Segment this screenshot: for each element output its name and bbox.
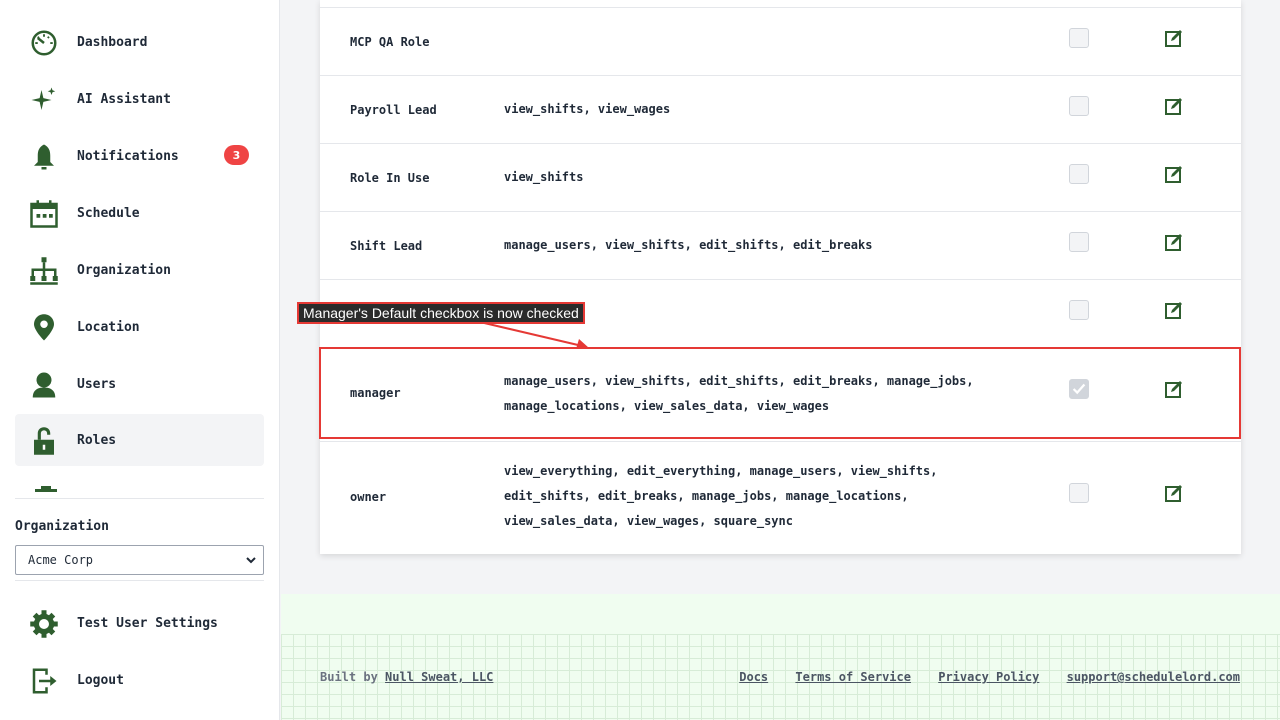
sidebar-item-logout[interactable]: Logout: [15, 654, 264, 706]
sidebar-item-users[interactable]: Users: [15, 358, 264, 410]
sidebar-item-ai-assistant[interactable]: AI Assistant: [15, 73, 264, 125]
sidebar-item-organization[interactable]: Organization: [15, 244, 264, 296]
table-row: Shift Lead manage_users, view_shifts, ed…: [320, 212, 1241, 280]
sidebar-item-roles[interactable]: Roles: [15, 414, 264, 466]
role-name: Role In Use: [350, 171, 430, 185]
dashboard-icon: [31, 30, 57, 56]
footer-links: Docs Terms of Service Privacy Policy sup…: [719, 670, 1240, 684]
sidebar-item-label: Location: [77, 319, 140, 335]
footer-top: [281, 594, 1280, 634]
sidebar-item-label: Dashboard: [77, 34, 148, 50]
default-checkbox[interactable]: [1069, 164, 1089, 184]
unlock-icon: [34, 427, 54, 455]
gear-icon: [30, 610, 58, 638]
privacy-link[interactable]: Privacy Policy: [938, 670, 1039, 684]
built-by-link[interactable]: Null Sweat, LLC: [385, 670, 493, 684]
calendar-icon: [30, 200, 58, 228]
sidebar-item-label: Schedule: [77, 205, 140, 221]
docs-link[interactable]: Docs: [739, 670, 768, 684]
sidebar-item-partial: [35, 486, 57, 492]
annotation-callout: Manager's Default checkbox is now checke…: [297, 302, 585, 324]
sidebar-item-notifications[interactable]: Notifications 3: [15, 130, 264, 182]
role-name: MCP QA Role: [350, 35, 430, 49]
logout-icon: [32, 668, 57, 694]
role-name: Shift Lead: [350, 239, 423, 253]
location-pin-icon: [34, 314, 54, 341]
edit-icon[interactable]: [1165, 484, 1183, 502]
built-by-prefix: Built by: [320, 670, 386, 684]
role-permissions: view_everything, edit_everything, manage…: [504, 464, 938, 528]
sidebar-item-test-user-settings[interactable]: Test User Settings: [15, 597, 264, 649]
sidebar-item-label: AI Assistant: [77, 91, 171, 107]
edit-icon[interactable]: [1165, 97, 1183, 115]
terms-link[interactable]: Terms of Service: [795, 670, 911, 684]
table-row: owner view_everything, edit_everything, …: [320, 442, 1241, 554]
table-row: MCP QA Role: [320, 8, 1241, 76]
sparkle-icon: [31, 87, 56, 110]
support-email-link[interactable]: support@schedulelord.com: [1067, 670, 1240, 684]
bell-icon: [34, 144, 54, 170]
notification-count-badge: 3: [224, 145, 249, 165]
default-checkbox[interactable]: [1069, 28, 1089, 48]
edit-icon[interactable]: [1165, 233, 1183, 251]
role-permissions: view_shifts: [504, 170, 584, 184]
edit-icon[interactable]: [1165, 29, 1183, 47]
default-checkbox[interactable]: [1069, 232, 1089, 252]
chevron-down-icon: [246, 557, 256, 564]
role-name: Payroll Lead: [350, 103, 437, 117]
footer: Built by Null Sweat, LLC Docs Terms of S…: [281, 594, 1280, 720]
organization-select[interactable]: Acme Corp: [15, 545, 264, 575]
sidebar-item-location[interactable]: Location: [15, 301, 264, 353]
org-chart-icon: [30, 257, 58, 285]
sidebar-item-label: Notifications: [77, 148, 179, 164]
roles-table: MCP QA Role Payroll Lead view_shifts, vi…: [320, 0, 1241, 554]
edit-icon[interactable]: [1165, 301, 1183, 319]
default-checkbox[interactable]: [1069, 96, 1089, 116]
sidebar-item-label: Roles: [77, 432, 117, 448]
default-checkbox[interactable]: [1069, 483, 1089, 503]
table-row: Role In Use view_shifts: [320, 144, 1241, 212]
edit-icon[interactable]: [1165, 165, 1183, 183]
organization-select-value: Acme Corp: [28, 553, 94, 567]
sidebar-item-label: Users: [77, 376, 117, 392]
sidebar-divider: [15, 498, 264, 499]
role-permissions: view_shifts, view_wages: [504, 102, 671, 116]
table-row: Payroll Lead view_shifts, view_wages: [320, 76, 1241, 144]
sidebar: Dashboard AI Assistant Notifications 3 S…: [0, 0, 280, 720]
default-checkbox[interactable]: [1069, 300, 1089, 320]
sidebar-item-label: Organization: [77, 262, 171, 278]
sidebar-item-dashboard[interactable]: Dashboard: [15, 16, 264, 68]
sidebar-item-label: Test User Settings: [77, 615, 218, 631]
sidebar-divider: [15, 580, 264, 581]
organization-label: Organization: [15, 519, 109, 534]
built-by: Built by Null Sweat, LLC: [320, 670, 493, 684]
role-permissions: manage_users, view_shifts, edit_shifts, …: [504, 238, 873, 252]
sidebar-item-schedule[interactable]: Schedule: [15, 187, 264, 239]
highlight-box: [319, 347, 1241, 439]
sidebar-item-label: Logout: [77, 672, 124, 688]
user-icon: [32, 372, 56, 398]
role-name: owner: [350, 490, 387, 504]
